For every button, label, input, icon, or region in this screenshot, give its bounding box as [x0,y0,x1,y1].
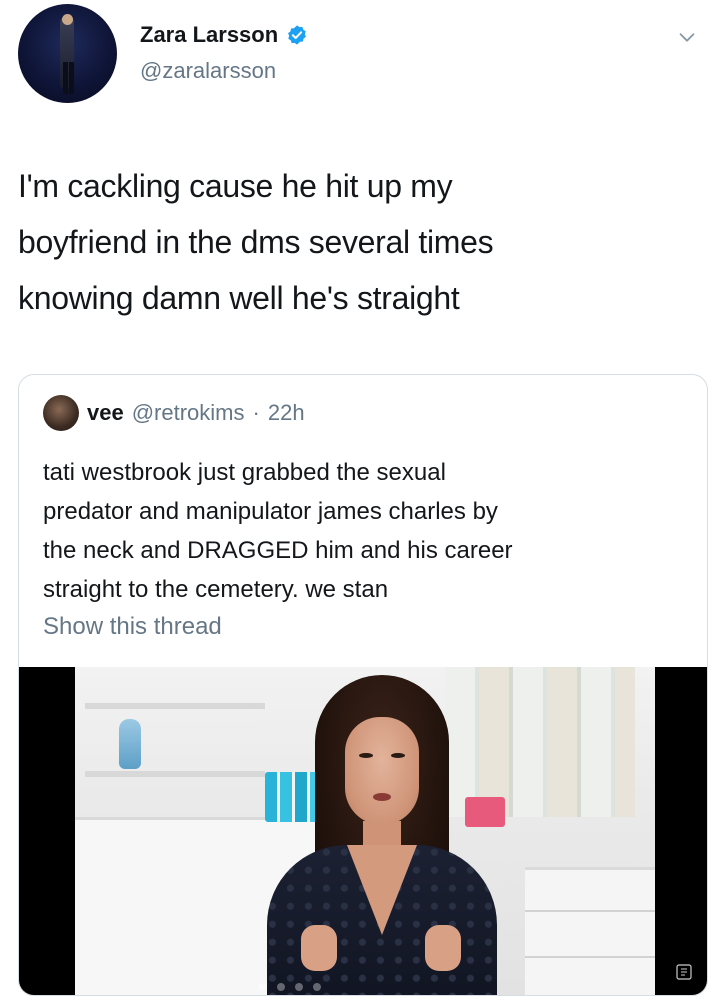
author-handle[interactable]: @zaralarsson [140,58,276,84]
progress-dot [295,983,303,991]
background-shelf [85,771,265,777]
verified-badge-icon [286,24,308,46]
show-thread-link[interactable]: Show this thread [43,613,222,641]
author-avatar[interactable] [18,4,117,103]
quoted-tweet-text: tati westbrook just grabbed the sexual p… [43,453,683,609]
quoted-text-line: predator and manipulator james charles b… [43,498,498,525]
subject-hand [425,925,461,971]
background-item [465,797,505,827]
background-drawers [525,867,655,995]
tweet-text-line: I'm cackling cause he hit up my [18,168,453,204]
background-shelf [85,703,265,709]
background-vase [119,719,141,769]
drawer-divider [525,956,655,958]
quoted-author-name: vee [87,400,124,425]
dot-separator: · [252,400,260,425]
subject-eye [359,753,373,758]
video-frame [75,667,655,995]
quoted-tweet-media[interactable] [19,667,707,995]
quoted-text-line: the neck and DRAGGED him and his career [43,537,513,564]
tweet-header: Zara Larsson @zaralarsson [18,4,702,108]
progress-dot [277,983,285,991]
quoted-text-line: tati westbrook just grabbed the sexual [43,459,446,486]
quoted-author-handle: @retrokims [131,400,245,425]
quoted-tweet-header: vee @retrokims · 22h [43,395,305,431]
video-watermark-icon [673,963,695,985]
subject-mouth [373,793,391,801]
avatar-figure-leg [69,62,74,94]
drawer-divider [525,910,655,912]
media-progress-dots [259,983,321,991]
progress-dot [313,983,321,991]
subject-hand [301,925,337,971]
chevron-down-icon[interactable] [676,26,698,48]
background-window [445,667,635,817]
quoted-tweet-time: 22h [267,400,305,425]
video-subject [267,675,497,995]
tweet-text-line: boyfriend in the dms several times [18,224,494,260]
subject-face [345,717,419,825]
quoted-tweet-card[interactable]: vee @retrokims · 22h tati westbrook just… [18,374,708,996]
progress-dot [259,983,267,991]
quoted-author-avatar [43,395,79,431]
tweet-text: I'm cackling cause he hit up my boyfrien… [18,158,702,326]
subject-eye [391,753,405,758]
avatar-figure-head [62,14,73,25]
quoted-text-line: straight to the cemetery. we stan [43,576,389,603]
avatar-figure-leg [63,62,68,94]
author-name-row: Zara Larsson [140,22,308,48]
tweet-text-line: knowing damn well he's straight [18,280,460,316]
author-display-name[interactable]: Zara Larsson [140,22,278,48]
